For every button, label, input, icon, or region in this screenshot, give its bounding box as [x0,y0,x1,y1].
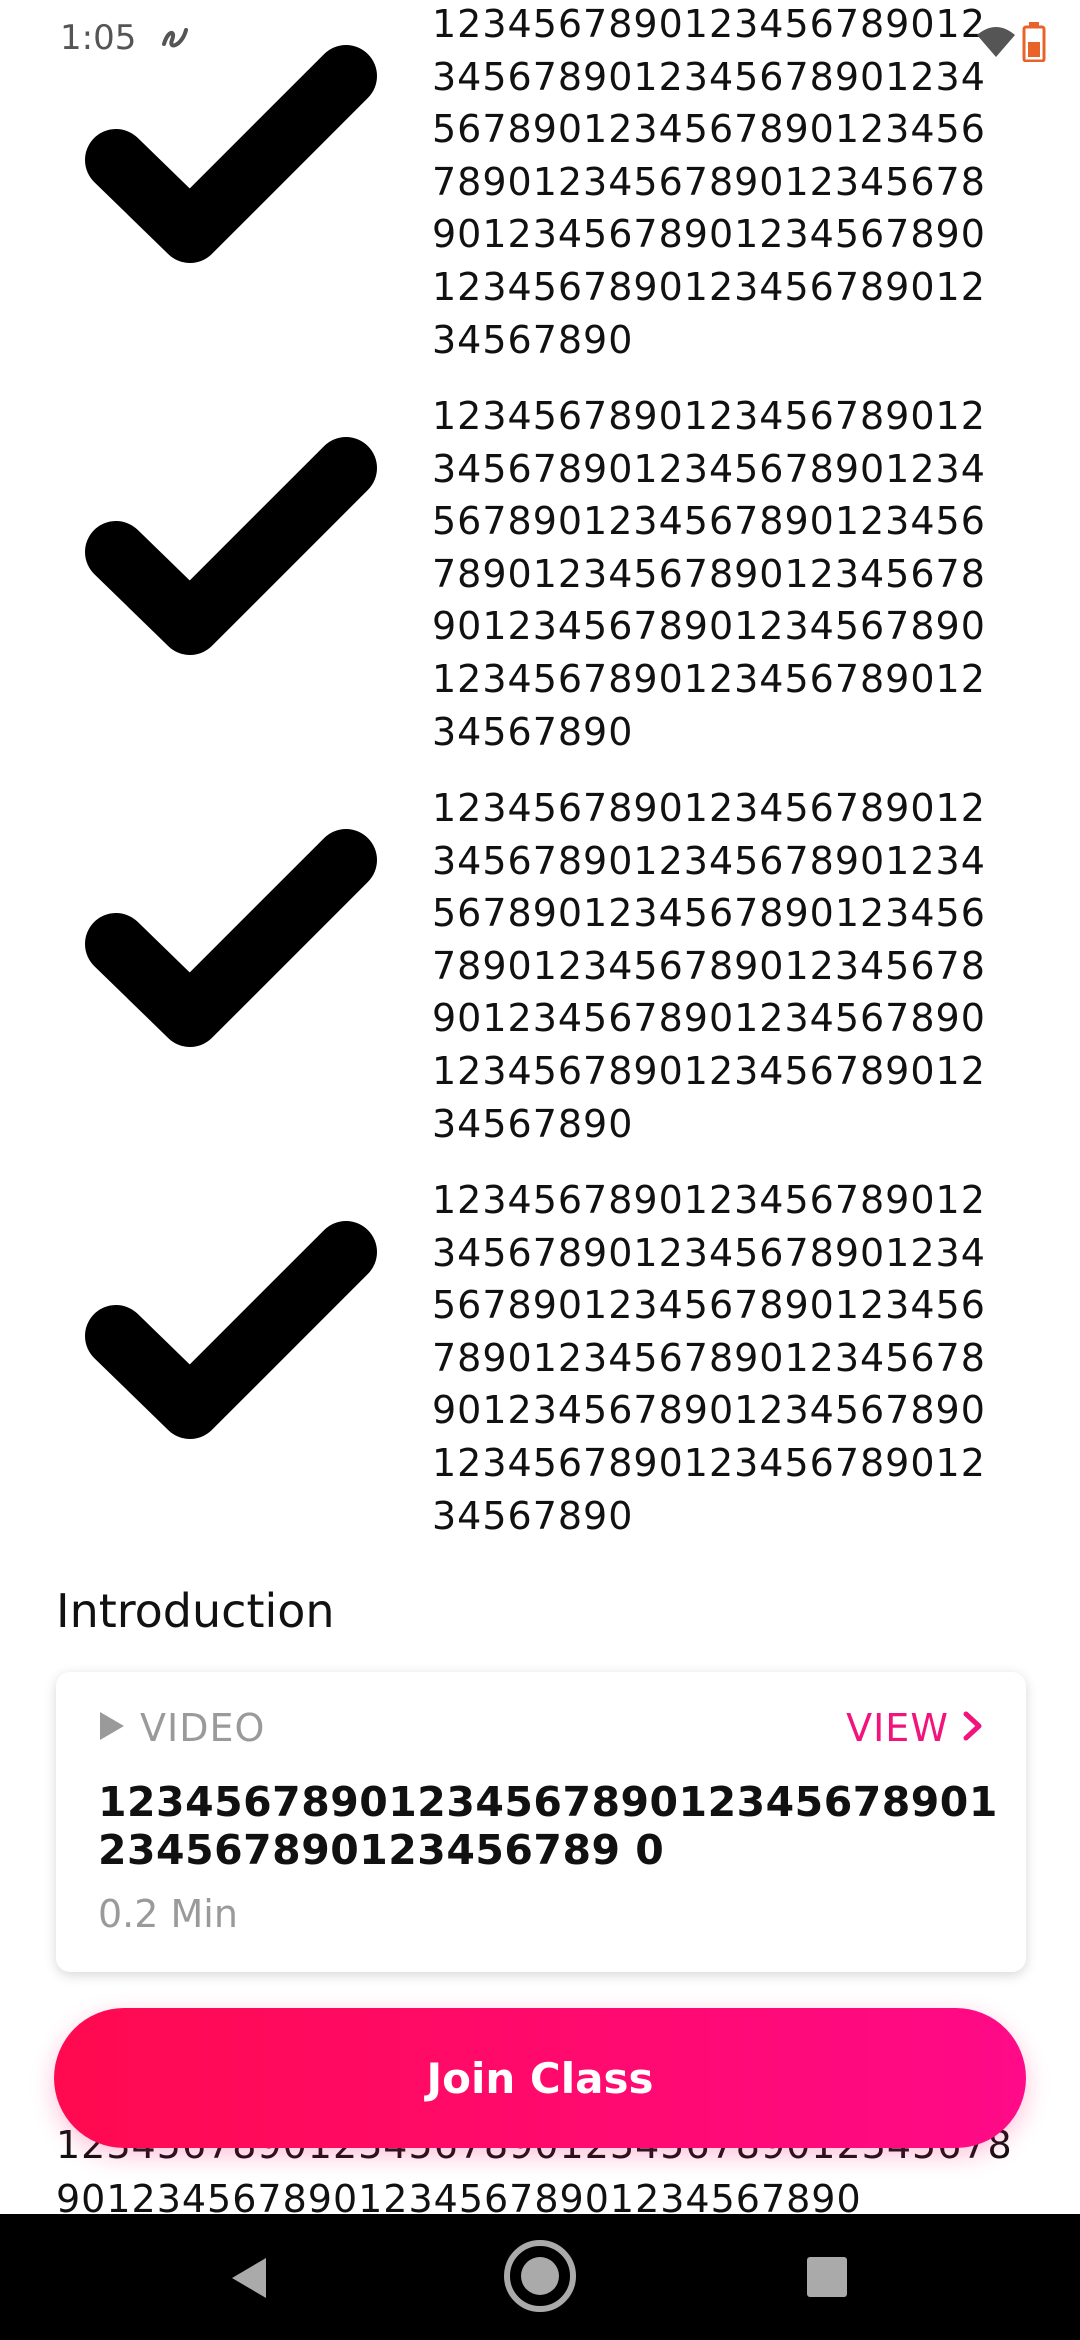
app-notification-icon [158,20,192,63]
status-icons [975,22,1046,62]
list-item: 12345678901234567890123​4567890123456789… [0,784,1080,1176]
join-class-button[interactable]: Join Class [54,2008,1026,2148]
list-item-text: 12345678901234567890123​4567890123456789… [432,786,986,1146]
list-item: 12345678901234567890123​4567890123456789… [0,392,1080,784]
back-icon[interactable] [226,2242,270,2318]
home-icon[interactable] [502,2238,578,2318]
play-icon [98,1706,126,1750]
checkmark-icon [85,1221,377,1439]
list-item-text: 12345678901234567890123​4567890123456789… [432,1178,986,1538]
video-duration: 0.2 Min [98,1892,238,1936]
battery-icon [1022,22,1046,62]
view-label: VIEW [846,1706,949,1750]
introduction-title: Introduction [56,1584,335,1638]
view-link[interactable]: VIEW [846,1706,984,1750]
video-type: VIDEO [98,1706,265,1750]
chevron-right-icon [962,1706,984,1750]
video-card[interactable]: VIDEO VIEW 12345678901234567890123456789… [56,1672,1026,1972]
checkmark-icon [85,437,377,655]
video-title: 1234567890123456789012345678901234567890… [98,1778,998,1874]
system-nav-bar [0,2214,1080,2340]
list-item: 12345678901234567890123​4567890123456789… [0,1176,1080,1568]
status-time: 1:05 [60,18,137,58]
list-item-text: 12345678901234567890123​4567890123456789… [432,394,986,754]
wifi-icon [975,27,1022,57]
checkmark-icon [85,829,377,1047]
recents-icon[interactable] [806,2256,848,2302]
video-type-label: VIDEO [140,1706,266,1750]
status-bar: 1:05 [0,0,1080,84]
